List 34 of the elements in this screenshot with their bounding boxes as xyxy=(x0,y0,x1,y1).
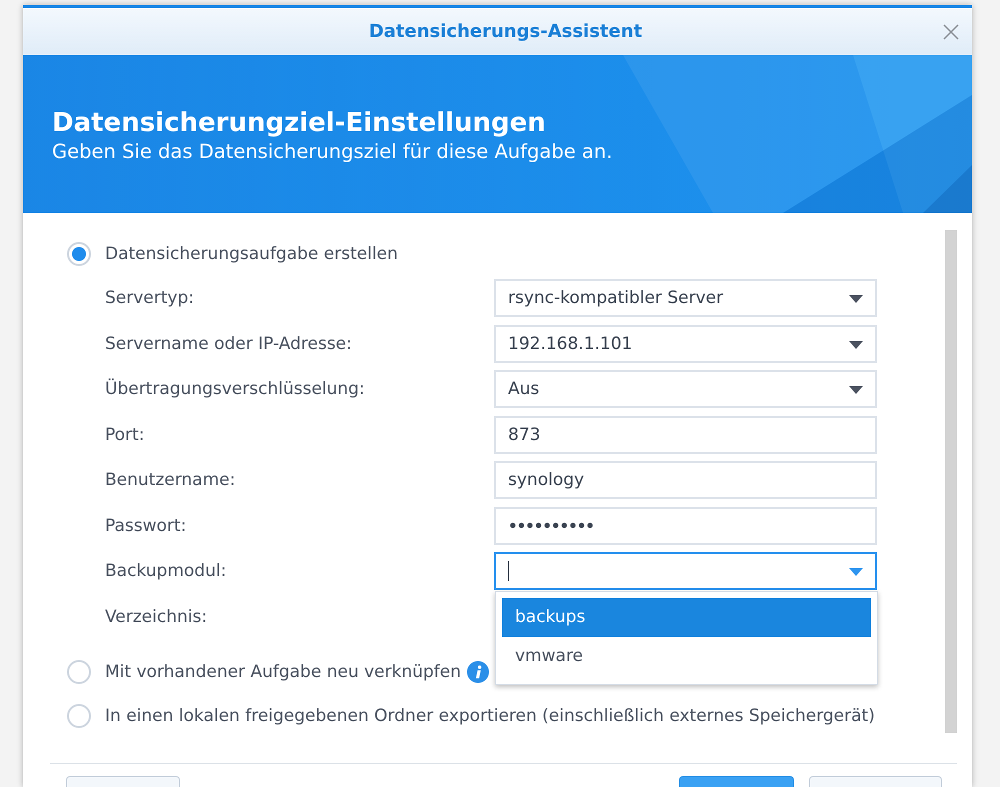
secondary-button[interactable] xyxy=(66,776,180,787)
radio-label: Datensicherungsaufgabe erstellen xyxy=(105,244,398,264)
radio-button[interactable] xyxy=(67,660,91,684)
radio-label: In einen lokalen freigegebenen Ordner exportieren (einschließlich externes Speichergerät) xyxy=(105,706,875,726)
text-cursor-icon xyxy=(508,561,509,581)
field-label: Servertyp: xyxy=(105,288,194,308)
field-label: Verzeichnis: xyxy=(105,606,208,626)
field-label: Port: xyxy=(105,424,144,444)
dropdown-field[interactable]: rsync-kompatibler Server xyxy=(494,279,877,317)
field-label: Backupmodul: xyxy=(105,561,226,581)
field-label: Passwort: xyxy=(105,516,186,536)
close-icon[interactable] xyxy=(943,24,959,40)
field-label: Benutzername: xyxy=(105,470,236,490)
input-field[interactable]: 873 xyxy=(494,416,877,454)
field-label: Übertragungsverschlüsselung: xyxy=(105,379,365,399)
input-field[interactable]: synology xyxy=(494,461,877,499)
radio-button[interactable] xyxy=(67,242,91,266)
caret-down-icon[interactable] xyxy=(849,386,863,394)
page-heading: Datensicherungziel-Einstellungen xyxy=(52,108,546,138)
caret-down-icon[interactable] xyxy=(849,340,863,348)
radio-label: Mit vorhandener Aufgabe neu verknüpfen xyxy=(105,662,462,682)
window-title: Datensicherungs-Assistent xyxy=(368,21,642,42)
caret-down-icon[interactable] xyxy=(849,295,863,303)
scrollbar[interactable] xyxy=(945,230,957,733)
menu-item[interactable]: backups xyxy=(502,598,871,637)
page-subtitle: Geben Sie das Datensicherungsziel für diese Aufgabe an. xyxy=(52,140,612,164)
menu-item[interactable]: vmware xyxy=(502,637,871,676)
password-field[interactable]: •••••••••• xyxy=(494,506,877,544)
secondary-button[interactable] xyxy=(809,776,942,787)
dropdown-field[interactable]: Aus xyxy=(494,370,877,408)
info-icon[interactable] xyxy=(467,660,490,682)
radio-button[interactable] xyxy=(67,704,91,728)
field-label: Servername oder IP-Adresse: xyxy=(105,334,352,354)
dropdown-field[interactable]: 192.168.1.101 xyxy=(494,324,877,362)
